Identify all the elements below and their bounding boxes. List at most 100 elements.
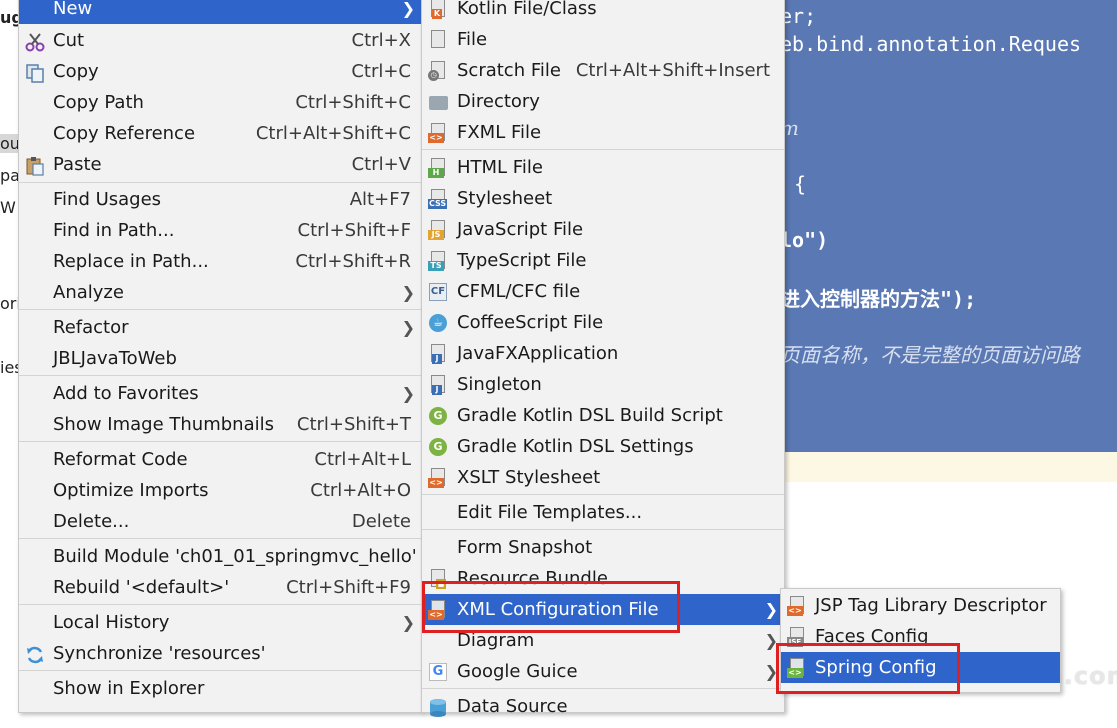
menu-item-label: HTML File <box>457 157 543 178</box>
menu-item-replace-in-path[interactable]: Replace in Path... Ctrl+Shift+R <box>19 246 421 277</box>
annotation-highlight-xml-config <box>422 581 680 633</box>
shortcut: Ctrl+Shift+F9 <box>286 577 411 598</box>
submenu-item-javascript-file[interactable]: JS JavaScript File <box>422 214 784 245</box>
menu-item-label: Google Guice <box>457 661 578 682</box>
menu-item-cut[interactable]: Cut Ctrl+X <box>19 25 421 56</box>
google-icon: G <box>428 662 448 682</box>
shortcut: Ctrl+C <box>351 61 411 82</box>
menu-item-label: Replace in Path... <box>53 251 209 272</box>
menu-item-reformat-code[interactable]: Reformat Code Ctrl+Alt+L <box>19 444 421 475</box>
menu-item-find-in-path[interactable]: Find in Path... Ctrl+Shift+F <box>19 215 421 246</box>
tree-fragment[interactable]: ies <box>0 358 18 377</box>
menu-item-label: TypeScript File <box>457 250 587 271</box>
menu-item-local-history[interactable]: Local History ❯ <box>19 607 421 638</box>
chevron-right-icon: ❯ <box>401 283 415 302</box>
file-icon <box>428 30 448 50</box>
menu-item-build-module[interactable]: Build Module 'ch01_01_springmvc_hello' <box>19 541 421 572</box>
tree-fragment[interactable]: ou <box>0 134 18 153</box>
menu-item-paste[interactable]: Paste Ctrl+V <box>19 149 421 180</box>
submenu-item-scratch-file[interactable]: ◷ Scratch File Ctrl+Alt+Shift+Insert <box>422 55 784 86</box>
menu-item-label: Copy Path <box>53 92 144 113</box>
css-file-icon: CSS <box>428 189 448 209</box>
menu-item-show-in-explorer[interactable]: Show in Explorer <box>19 673 421 704</box>
submenu-item-google-guice[interactable]: G Google Guice ❯ <box>422 656 784 687</box>
submenu-item-edit-file-templates[interactable]: Edit File Templates... <box>422 497 784 528</box>
menu-item-label: XSLT Stylesheet <box>457 467 601 488</box>
menu-separator <box>19 309 421 310</box>
menu-item-synchronize[interactable]: Synchronize 'resources' <box>19 638 421 669</box>
sync-icon <box>25 644 45 664</box>
submenu-item-javafxapplication[interactable]: J JavaFXApplication <box>422 338 784 369</box>
menu-item-label: Analyze <box>53 282 124 303</box>
menu-separator <box>19 182 421 183</box>
shortcut: Ctrl+Alt+O <box>310 480 411 501</box>
submenu-item-data-source[interactable]: Data Source <box>422 691 784 722</box>
submenu-item-xslt-stylesheet[interactable]: <> XSLT Stylesheet <box>422 462 784 493</box>
menu-item-find-usages[interactable]: Find Usages Alt+F7 <box>19 184 421 215</box>
menu-separator <box>422 494 784 495</box>
submenu-item-gradle-kotlin-build-script[interactable]: G Gradle Kotlin DSL Build Script <box>422 400 784 431</box>
submenu-item-cfml-file[interactable]: CF CFML/CFC file <box>422 276 784 307</box>
tree-fragment[interactable]: pa <box>0 166 18 185</box>
menu-item-copy-reference[interactable]: Copy Reference Ctrl+Alt+Shift+C <box>19 118 421 149</box>
chevron-right-icon: ❯ <box>401 0 415 18</box>
menu-item-new[interactable]: New ❯ <box>19 0 421 24</box>
menu-item-show-image-thumbnails[interactable]: Show Image Thumbnails Ctrl+Shift+T <box>19 409 421 440</box>
menu-item-label: Find in Path... <box>53 220 175 241</box>
menu-item-label: Singleton <box>457 374 542 395</box>
menu-item-label: Delete... <box>53 511 130 532</box>
submenu-item-html-file[interactable]: H HTML File <box>422 152 784 183</box>
menu-item-delete[interactable]: Delete... Delete <box>19 506 421 537</box>
jsp-tld-icon: <> <box>787 596 807 616</box>
submenu-item-coffeescript-file[interactable]: ☕ CoffeeScript File <box>422 307 784 338</box>
menu-item-refactor[interactable]: Refactor ❯ <box>19 312 421 343</box>
menu-separator <box>19 604 421 605</box>
cut-icon <box>25 31 45 52</box>
context-menu: New ❯ Cut Ctrl+X Copy Ctrl+C Copy Path C… <box>18 0 422 713</box>
tree-fragment[interactable]: ori <box>0 294 18 313</box>
submenu-item-kotlin-file[interactable]: K Kotlin File/Class <box>422 0 784 24</box>
submenu-item-form-snapshot[interactable]: Form Snapshot <box>422 532 784 563</box>
menu-item-label: Directory <box>457 91 540 112</box>
menu-item-add-to-favorites[interactable]: Add to Favorites ❯ <box>19 378 421 409</box>
menu-item-jbljavatoweb[interactable]: JBLJavaToWeb <box>19 343 421 374</box>
menu-item-optimize-imports[interactable]: Optimize Imports Ctrl+Alt+O <box>19 475 421 506</box>
submenu-item-file[interactable]: File <box>422 24 784 55</box>
menu-item-label: Paste <box>53 154 102 175</box>
tree-fragment[interactable]: W <box>0 198 16 217</box>
shortcut: Ctrl+X <box>351 30 411 51</box>
shortcut: Ctrl+Shift+F <box>297 220 411 241</box>
paste-icon <box>25 155 45 176</box>
menu-item-copy-path[interactable]: Copy Path Ctrl+Shift+C <box>19 87 421 118</box>
gradle-icon: G <box>428 406 448 426</box>
menu-separator <box>19 375 421 376</box>
submenu-item-jsp-tag-library[interactable]: <> JSP Tag Library Descriptor <box>781 590 1060 621</box>
scratch-file-icon: ◷ <box>428 61 448 81</box>
submenu-item-singleton[interactable]: J Singleton <box>422 369 784 400</box>
submenu-item-gradle-kotlin-settings[interactable]: G Gradle Kotlin DSL Settings <box>422 431 784 462</box>
submenu-item-typescript-file[interactable]: TS TypeScript File <box>422 245 784 276</box>
javafx-icon: J <box>428 344 448 364</box>
shortcut: Ctrl+Alt+Shift+C <box>255 123 411 144</box>
code-line: er; <box>780 4 817 28</box>
shortcut: Ctrl+Shift+R <box>295 251 411 272</box>
code-line: 进入控制器的方法"); <box>780 287 977 311</box>
submenu-item-fxml-file[interactable]: <> FXML File <box>422 117 784 148</box>
menu-item-label: File <box>457 29 488 50</box>
menu-item-label: Copy <box>53 61 99 82</box>
menu-item-analyze[interactable]: Analyze ❯ <box>19 277 421 308</box>
menu-separator <box>422 688 784 689</box>
fxml-file-icon: <> <box>428 123 448 143</box>
annotation-highlight-spring-config <box>776 643 960 694</box>
chevron-right-icon: ❯ <box>401 613 415 632</box>
menu-item-label: Rebuild '<default>' <box>53 577 230 598</box>
submenu-item-stylesheet[interactable]: CSS Stylesheet <box>422 183 784 214</box>
menu-item-label: Synchronize 'resources' <box>53 643 266 664</box>
gradle-icon: G <box>428 437 448 457</box>
code-line: eb.bind.annotation.Reques <box>780 32 1082 56</box>
menu-item-copy[interactable]: Copy Ctrl+C <box>19 56 421 87</box>
menu-item-rebuild[interactable]: Rebuild '<default>' Ctrl+Shift+F9 <box>19 572 421 603</box>
submenu-item-directory[interactable]: Directory <box>422 86 784 117</box>
kotlin-file-icon: K <box>428 0 448 19</box>
code-line: { <box>794 172 807 196</box>
